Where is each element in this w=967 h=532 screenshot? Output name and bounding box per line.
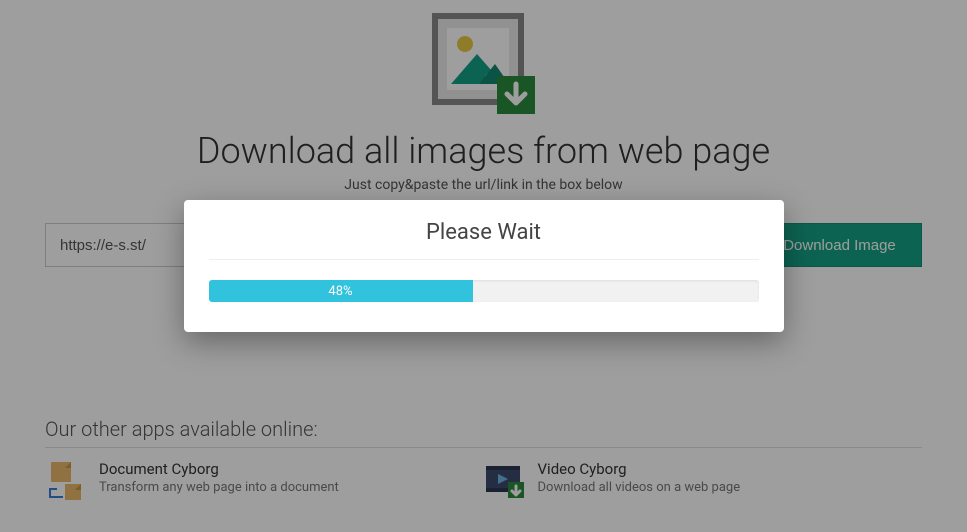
modal-overlay: Please Wait 48% xyxy=(0,0,967,532)
progress-bar-fill: 48% xyxy=(209,280,473,302)
modal-title: Please Wait xyxy=(209,220,759,260)
progress-bar: 48% xyxy=(209,280,759,302)
progress-modal: Please Wait 48% xyxy=(184,200,784,332)
progress-label: 48% xyxy=(328,284,352,299)
